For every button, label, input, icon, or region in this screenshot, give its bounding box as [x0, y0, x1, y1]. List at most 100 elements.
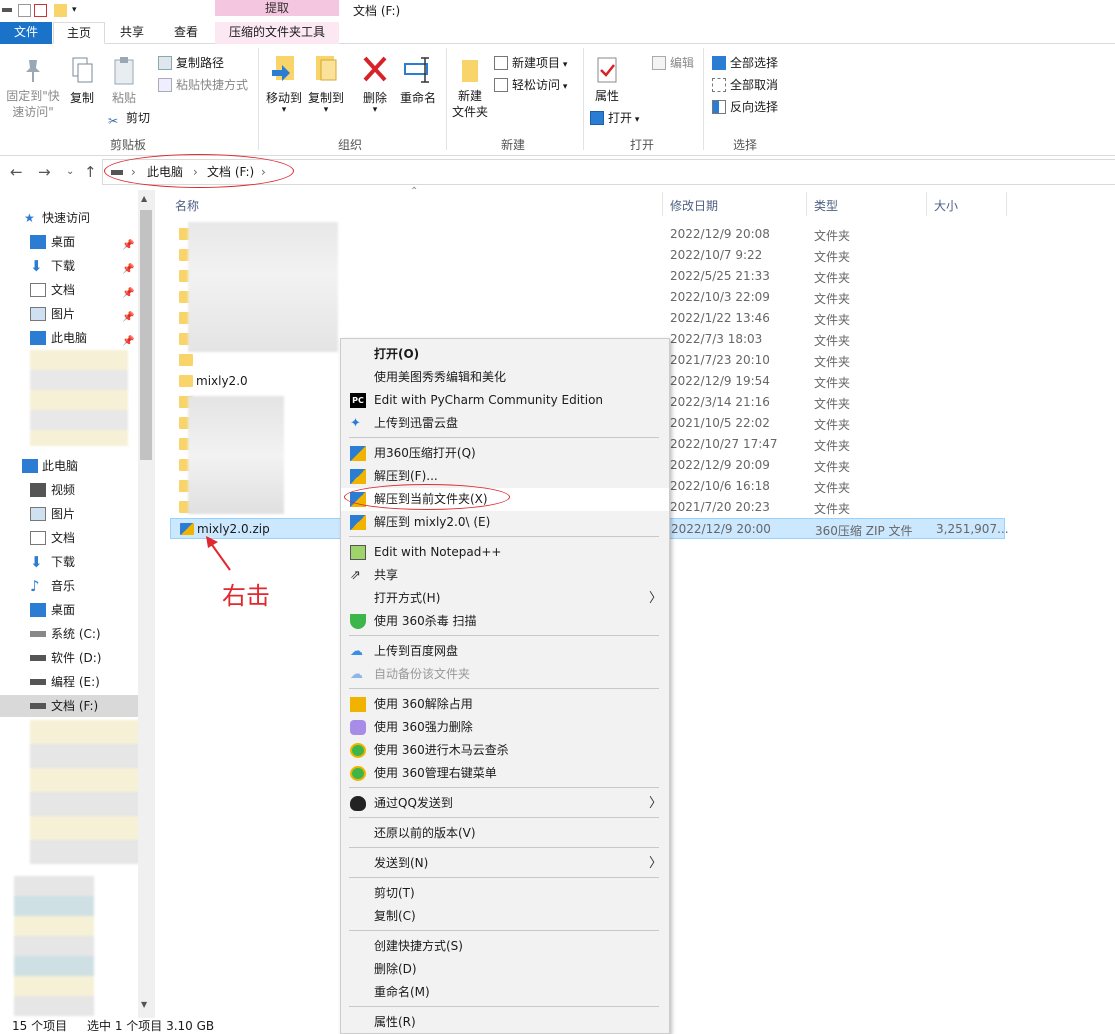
nav-this-pc[interactable]: 此电脑: [0, 455, 140, 477]
copy-button[interactable]: 复制: [66, 56, 98, 106]
select-all-button[interactable]: 全部选择: [712, 55, 778, 71]
menu-xunlei[interactable]: ✦ 上传到迅雷云盘: [341, 412, 669, 435]
pin-icon[interactable]: 📌: [122, 259, 134, 281]
open-button[interactable]: 打开 ▾: [590, 110, 639, 128]
column-separator[interactable]: [662, 192, 663, 216]
nav-drive-c[interactable]: 系统 (C:): [0, 623, 140, 645]
scroll-down-icon[interactable]: ▼: [141, 1000, 147, 1009]
easy-access-button[interactable]: 轻松访问 ▾: [494, 77, 567, 95]
menu-open-with[interactable]: 打开方式(H) 〉: [341, 587, 669, 610]
menu-create-shortcut[interactable]: 创建快捷方式(S): [341, 935, 669, 958]
menu-open[interactable]: 打开(O): [341, 343, 669, 366]
desktop-icon: [30, 235, 46, 249]
nav-drive-f[interactable]: 文档 (F:): [0, 695, 138, 717]
column-date[interactable]: 修改日期: [670, 197, 718, 214]
pin-icon[interactable]: 📌: [122, 283, 134, 305]
cut-button[interactable]: ✂ 剪切: [108, 110, 150, 128]
file-type: 文件夹: [814, 334, 851, 348]
nav-pictures[interactable]: 图片: [0, 503, 140, 525]
new-folder-button[interactable]: 新建 文件夹: [450, 56, 490, 120]
nav-drive-e[interactable]: 编程 (E:): [0, 671, 140, 693]
new-folder-label-1: 新建: [457, 89, 482, 103]
tab-file[interactable]: 文件: [0, 22, 52, 44]
pin-icon[interactable]: 📌: [122, 307, 134, 329]
forward-arrow-icon[interactable]: →: [38, 163, 51, 181]
tab-home[interactable]: 主页: [53, 22, 105, 44]
menu-restore-versions[interactable]: 还原以前的版本(V): [341, 822, 669, 845]
menu-manage-rmenu[interactable]: 使用 360管理右键菜单: [341, 762, 669, 785]
delete-button[interactable]: 删除 ▾: [358, 54, 392, 115]
pin-icon[interactable]: 📌: [122, 235, 134, 257]
nav-quick-this-pc[interactable]: 此电脑 📌: [0, 327, 140, 349]
menu-properties[interactable]: 属性(R): [341, 1011, 669, 1034]
file-type: 文件夹: [814, 355, 851, 369]
paste-shortcut-button[interactable]: 粘贴快捷方式: [158, 77, 248, 93]
download-arrow-icon: ⬇: [30, 257, 43, 275]
nav-desktop[interactable]: 桌面: [0, 599, 140, 621]
menu-delete[interactable]: 删除(D): [341, 958, 669, 981]
menu-auto-backup[interactable]: ☁ 自动备份该文件夹: [341, 663, 669, 686]
menu-unlock360[interactable]: 使用 360解除占用: [341, 693, 669, 716]
column-separator[interactable]: [806, 192, 807, 216]
scroll-thumb[interactable]: [140, 210, 152, 460]
nav-quick-downloads[interactable]: ⬇ 下载 📌: [0, 255, 140, 277]
column-separator[interactable]: [926, 192, 927, 216]
menu-scan360[interactable]: 使用 360杀毒 扫描: [341, 610, 669, 633]
zip360-icon: [350, 515, 366, 530]
tab-zip-tools[interactable]: 压缩的文件夹工具: [215, 22, 339, 44]
nav-quick-access[interactable]: ★ 快速访问: [0, 207, 140, 229]
nav-videos[interactable]: 视频: [0, 479, 140, 501]
menu-meitu[interactable]: 使用美图秀秀编辑和美化: [341, 366, 669, 389]
folder-qa-icon[interactable]: [54, 4, 67, 17]
column-separator[interactable]: [1006, 192, 1007, 216]
nav-pane-scrollbar[interactable]: ▲ ▼: [138, 190, 155, 1018]
menu-open-360zip[interactable]: 用360压缩打开(Q): [341, 442, 669, 465]
select-none-button[interactable]: 全部取消: [712, 77, 778, 93]
move-to-button[interactable]: 移动到 ▾: [264, 54, 304, 115]
paste-button[interactable]: 粘贴: [106, 56, 142, 106]
menu-qq-send[interactable]: 通过QQ发送到 〉: [341, 792, 669, 815]
menu-notepadpp[interactable]: Edit with Notepad++: [341, 541, 669, 564]
up-arrow-icon[interactable]: ↑: [84, 163, 97, 181]
menu-copy[interactable]: 复制(C): [341, 905, 669, 928]
copy-to-button[interactable]: 复制到 ▾: [306, 54, 346, 115]
menu-force-delete[interactable]: 使用 360强力删除: [341, 716, 669, 739]
invert-selection-button[interactable]: 反向选择: [712, 99, 778, 115]
nav-label: 系统 (C:): [51, 627, 101, 641]
paste-label: 粘贴: [111, 91, 136, 105]
nav-quick-desktop[interactable]: 桌面 📌: [0, 231, 140, 253]
menu-baidu[interactable]: ☁ 上传到百度网盘: [341, 640, 669, 663]
nav-documents[interactable]: 文档: [0, 527, 140, 549]
properties-qa-icon[interactable]: [18, 4, 31, 17]
new-item-label: 新建项目: [512, 56, 561, 70]
tab-view[interactable]: 查看: [164, 22, 208, 44]
rename-button[interactable]: 重命名: [396, 54, 440, 106]
tab-share[interactable]: 共享: [110, 22, 154, 44]
back-arrow-icon[interactable]: ←: [10, 163, 23, 181]
recent-locations-icon[interactable]: ⌄: [66, 163, 74, 181]
dropdown-qa-icon[interactable]: ▾: [72, 4, 85, 17]
edit-button[interactable]: 编辑: [652, 55, 694, 71]
nav-quick-pictures[interactable]: 图片 📌: [0, 303, 140, 325]
nav-music[interactable]: ♪ 音乐: [0, 575, 140, 597]
nav-downloads[interactable]: ⬇ 下载: [0, 551, 140, 573]
menu-rename[interactable]: 重命名(M): [341, 981, 669, 1004]
menu-extract-named[interactable]: 解压到 mixly2.0\ (E): [341, 511, 669, 534]
copy-path-button[interactable]: 复制路径: [158, 55, 224, 71]
scroll-up-icon[interactable]: ▲: [141, 194, 147, 203]
pin-quick-access-button[interactable]: 固定到"快 速访问": [4, 58, 62, 120]
column-size[interactable]: 大小: [934, 197, 958, 214]
new-item-button[interactable]: 新建项目 ▾: [494, 55, 567, 73]
menu-trojan-scan[interactable]: 使用 360进行木马云查杀: [341, 739, 669, 762]
menu-pycharm[interactable]: PC Edit with PyCharm Community Edition: [341, 389, 669, 412]
nav-quick-documents[interactable]: 文档 📌: [0, 279, 140, 301]
properties-button[interactable]: 属性: [590, 56, 624, 104]
checkmark-qa-icon[interactable]: [34, 4, 47, 17]
nav-drive-d[interactable]: 软件 (D:): [0, 647, 140, 669]
menu-label: 重命名(M): [374, 985, 430, 999]
menu-cut[interactable]: 剪切(T): [341, 882, 669, 905]
column-name[interactable]: 名称: [175, 197, 199, 214]
menu-send-to[interactable]: 发送到(N) 〉: [341, 852, 669, 875]
menu-share[interactable]: ⇗ 共享: [341, 564, 669, 587]
column-type[interactable]: 类型: [814, 197, 838, 214]
